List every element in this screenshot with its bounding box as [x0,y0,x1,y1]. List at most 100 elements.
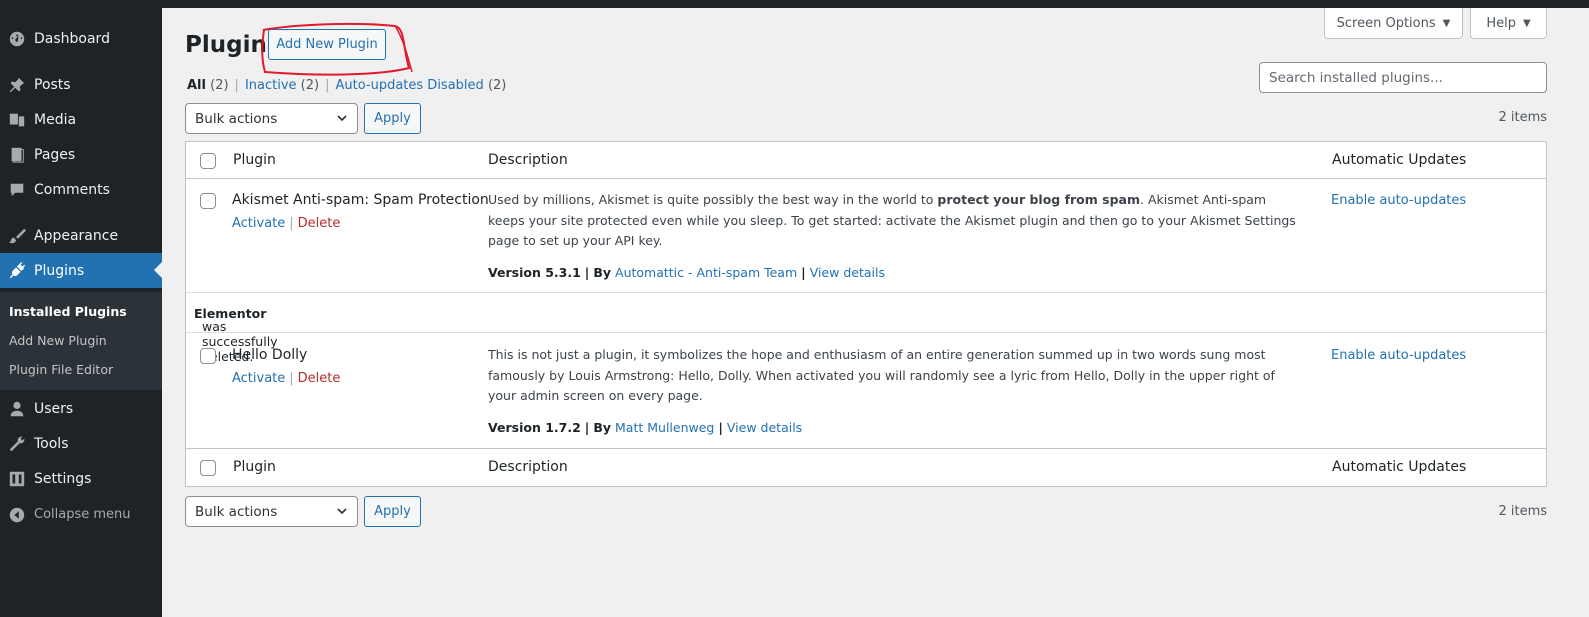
delete-link[interactable]: Delete [298,216,341,231]
plugin-name: Akismet Anti-spam: Spam Protection [232,192,489,208]
sidebar-collapse-menu[interactable]: Collapse menu [0,497,162,532]
plugin-description: This is not just a plugin, it symbolizes… [488,347,1275,403]
filter-all-count: (2) [210,78,229,93]
table-row: Hello Dolly Activate | Delete This is not … [186,334,1546,447]
sidebar-item-label: Dashboard [34,30,110,47]
pin-icon [7,75,27,95]
caret-down-icon: ▼ [1522,17,1531,29]
table-footer: Plugin Description Automatic Updates [186,448,1546,486]
sidebar-item-comments[interactable]: Comments [0,172,162,207]
caret-down-icon: ▼ [1442,17,1451,29]
sidebar-item-label: Tools [34,435,69,452]
sidebar-item-tools[interactable]: Tools [0,426,162,461]
plug-icon [7,261,27,281]
media-icon [7,110,27,130]
bulk-actions-value: Bulk actions [195,110,278,127]
settings-icon [7,469,27,489]
col-description-footer: Description [488,459,568,475]
plugin-checkbox[interactable] [200,348,216,364]
col-plugin-header[interactable]: Plugin [233,152,276,168]
plugin-meta: Version 5.3.1 | By Automattic - Anti-spa… [488,265,885,280]
plugin-version: Version 5.3.1 [488,265,581,280]
sidebar-item-media[interactable]: Media [0,102,162,137]
by-label: By [593,420,612,435]
apply-button-bottom[interactable]: Apply [364,496,421,527]
chevron-down-icon [336,112,348,127]
collapse-icon [7,505,27,525]
sidebar-item-label: Appearance [34,227,119,244]
screen-options-label: Screen Options [1336,15,1436,31]
table-row: Akismet Anti-spam: Spam Protection Activ… [186,179,1546,280]
row-actions: Activate | Delete [232,216,341,231]
select-all-checkbox[interactable] [200,153,216,169]
sidebar-item-label: Posts [34,76,71,93]
author-link[interactable]: Matt Mullenweg [615,420,714,435]
admin-bar [0,0,1589,8]
table-header: Plugin Description Automatic Updates [186,142,1546,179]
view-details-link[interactable]: View details [727,420,802,435]
sidebar-item-label: Plugins [34,262,85,279]
plugins-table: Plugin Description Automatic Updates Aki… [185,141,1547,487]
sidebar-item-settings[interactable]: Settings [0,461,162,496]
col-plugin-footer[interactable]: Plugin [233,459,276,475]
submenu-plugin-file-editor[interactable]: Plugin File Editor [9,362,113,377]
pages-icon [7,145,27,165]
items-count-bottom: 2 items [1498,504,1547,519]
plugin-meta: Version 1.7.2 | By Matt Mullenweg | View… [488,420,803,435]
plugins-submenu: Installed Plugins Add New Plugin Plugin … [0,292,162,390]
sidebar-item-label: Collapse menu [34,507,131,522]
bulk-actions-value: Bulk actions [195,503,278,520]
sidebar-item-dashboard[interactable]: Dashboard [0,21,162,56]
filter-inactive[interactable]: Inactive [245,78,297,93]
enable-auto-updates-link[interactable]: Enable auto-updates [1331,193,1466,208]
view-details-link[interactable]: View details [810,265,885,280]
bulk-actions-select-bottom[interactable]: Bulk actions [185,496,358,527]
col-auto-updates-header: Automatic Updates [1332,152,1467,168]
current-menu-arrow [154,262,162,278]
enable-auto-updates-link[interactable]: Enable auto-updates [1331,348,1466,363]
comment-icon [7,180,27,200]
filter-all[interactable]: All [187,78,206,93]
deleted-notice: Elementor was successfully deleted. [186,292,1546,364]
select-all-checkbox-footer[interactable] [200,460,216,476]
sidebar-item-label: Media [34,111,77,128]
user-icon [7,399,27,419]
sidebar-item-pages[interactable]: Pages [0,137,162,172]
screen-options-button[interactable]: Screen Options ▼ [1324,8,1463,39]
submenu-installed-plugins[interactable]: Installed Plugins [9,304,127,319]
sidebar-item-plugins[interactable]: Plugins [0,253,162,288]
plugin-checkbox[interactable] [200,193,216,209]
activate-link[interactable]: Activate [232,216,285,231]
main-content: Screen Options ▼ Help ▼ Plugins Add New Pl… [162,8,1589,617]
filter-auto-updates-disabled[interactable]: Auto-updates Disabled [335,78,483,93]
description-bold-text: protect your blog from spam [937,192,1140,207]
brush-icon [7,226,27,246]
help-button[interactable]: Help ▼ [1470,8,1547,39]
submenu-add-new-plugin[interactable]: Add New Plugin [9,333,107,348]
dashboard-icon [7,29,27,49]
sidebar-item-users[interactable]: Users [0,391,162,426]
search-plugins-input[interactable] [1259,62,1547,93]
author-link[interactable]: Automattic - Anti-spam Team [615,265,797,280]
page-title: Plugins [185,32,281,58]
add-new-plugin-button[interactable]: Add New Plugin [268,29,386,60]
filter-inactive-count: (2) [300,78,320,93]
col-description-header: Description [488,152,568,168]
plugin-description: Used by millions, Akismet is quite possi… [488,190,1300,252]
col-auto-updates-footer: Automatic Updates [1332,459,1467,475]
sidebar-item-appearance[interactable]: Appearance [0,218,162,253]
activate-link[interactable]: Activate [232,371,285,386]
by-label: By [593,265,612,280]
sidebar-item-label: Comments [34,181,110,198]
help-label: Help [1486,15,1516,31]
sidebar-item-label: Pages [34,146,76,163]
admin-sidebar: Dashboard Posts Media Pages Comments App… [0,8,162,617]
apply-button-top[interactable]: Apply [364,103,421,134]
delete-link[interactable]: Delete [298,371,341,386]
row-actions: Activate | Delete [232,371,341,386]
bulk-actions-select-top[interactable]: Bulk actions [185,103,358,134]
items-count-top: 2 items [1498,110,1547,125]
sidebar-item-posts[interactable]: Posts [0,67,162,102]
wrench-icon [7,434,27,454]
sidebar-item-label: Settings [34,470,92,487]
